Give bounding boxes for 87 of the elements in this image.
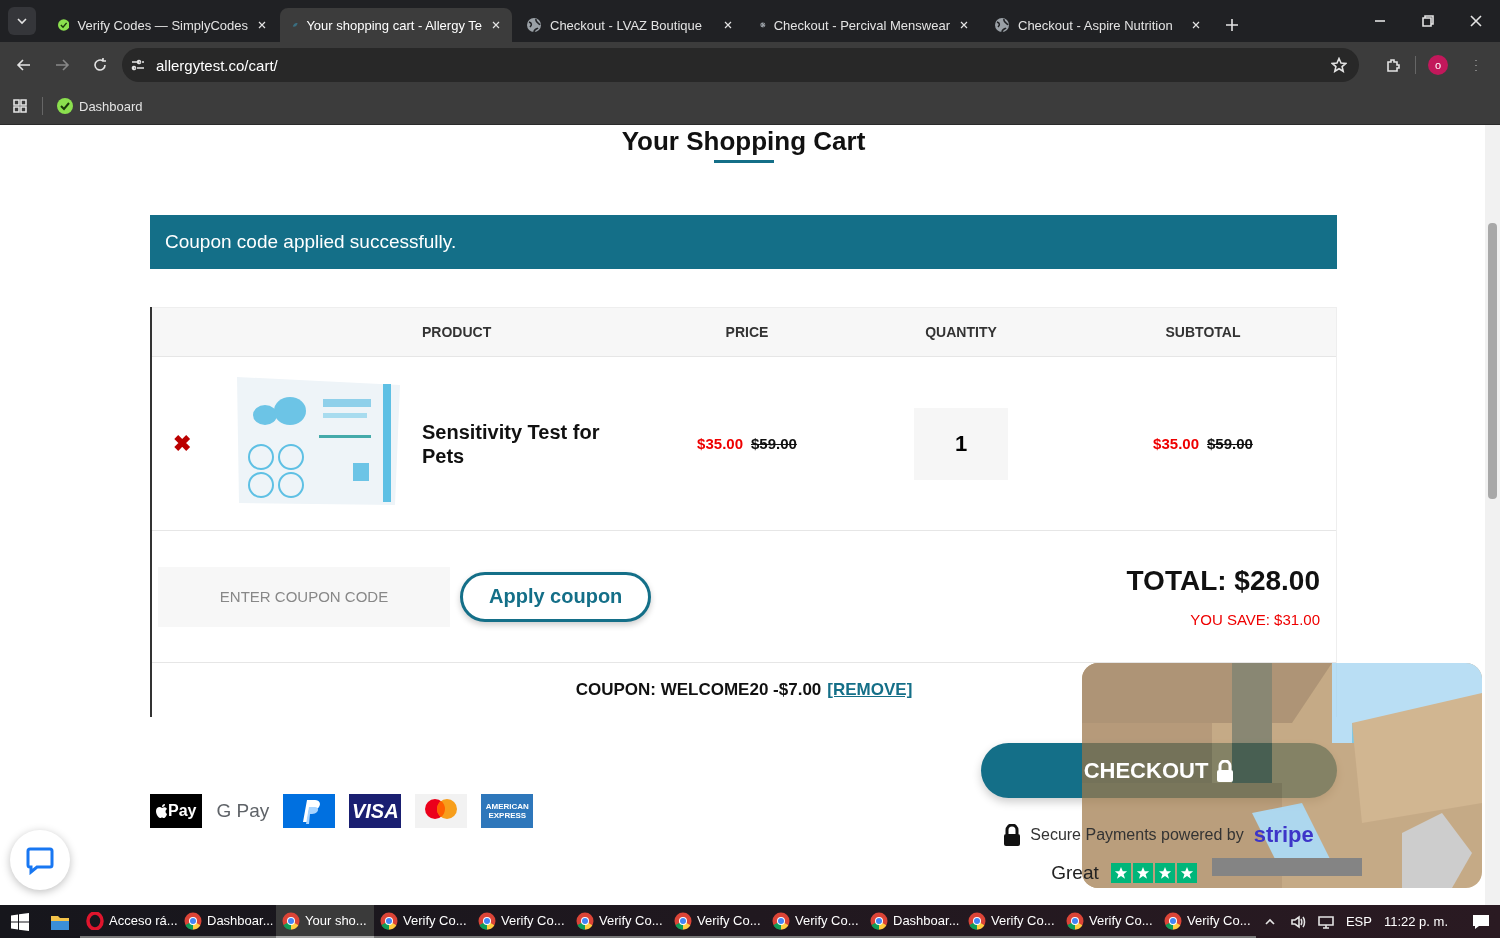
o-ring-icon xyxy=(86,911,104,930)
close-icon-glyph xyxy=(1190,19,1202,31)
star-icon[interactable] xyxy=(1331,57,1347,73)
browser-icon xyxy=(674,911,692,930)
browser-tab[interactable]: Checkout - Aspire Nutrition xyxy=(982,8,1214,42)
order-total: TOTAL: $28.00 xyxy=(1126,565,1320,597)
new-tab-icon[interactable] xyxy=(1224,17,1240,33)
bookmark[interactable]: Dashboard xyxy=(57,98,143,114)
taskbar-item[interactable]: Verify Co... xyxy=(374,905,472,938)
apps-grid-icon[interactable] xyxy=(12,98,28,114)
browser-tab[interactable]: Verify Codes — SimplyCodes xyxy=(46,8,278,42)
profile-avatar[interactable]: o xyxy=(1428,55,1448,75)
pay-label: G Pay xyxy=(216,799,270,823)
scrollbar[interactable] xyxy=(1485,125,1500,905)
browser-icon xyxy=(184,911,202,930)
apply-coupon-button[interactable]: Apply coupon xyxy=(460,571,652,622)
back-icon[interactable] xyxy=(16,57,32,73)
apple-pay-badge: Pay xyxy=(150,794,203,828)
remove-item-button[interactable]: ✖ xyxy=(173,430,191,457)
puzzle-icon[interactable] xyxy=(1385,57,1401,73)
column-header: QUANTITY xyxy=(924,324,998,340)
sale-price: $35.00 xyxy=(697,435,743,452)
browser-icon xyxy=(968,911,986,930)
globe-icon xyxy=(994,17,1010,33)
savings-text: YOU SAVE: $31.00 xyxy=(1189,611,1320,628)
browser-tab[interactable]: Checkout - LVAZ Boutique xyxy=(514,8,746,42)
site-settings-icon[interactable] xyxy=(130,57,146,73)
tab-search-button[interactable] xyxy=(8,7,36,35)
original-price: $59.00 xyxy=(751,435,797,452)
taskbar-item[interactable]: Verify Co... xyxy=(766,905,864,938)
taskbar-item[interactable]: Your sho... xyxy=(276,905,374,938)
forward-icon[interactable] xyxy=(54,57,70,73)
globe-icon xyxy=(526,17,542,33)
close-icon-glyph xyxy=(722,19,734,31)
taskbar-item[interactable]: Verify Co... xyxy=(668,905,766,938)
column-header: PRODUCT xyxy=(422,324,493,340)
taskbar-item[interactable]: Dashboar... xyxy=(864,905,962,938)
taskbar-item[interactable]: Verify Co... xyxy=(962,905,1060,938)
language-indicator[interactable]: ESP xyxy=(1345,914,1372,929)
browser-icon xyxy=(1164,911,1182,930)
browser-icon xyxy=(380,911,398,930)
taskbar-item[interactable]: Verify Co... xyxy=(1060,905,1158,938)
secure-payments-text: Secure Payments powered by xyxy=(1030,826,1244,844)
browser-tab[interactable]: Your shopping cart - Allergy Te xyxy=(280,8,512,42)
close-icon-glyph xyxy=(256,19,268,31)
chat-icon xyxy=(25,845,55,875)
amex-badge: AMERICAN EXPRESS xyxy=(481,794,534,828)
check-logo-icon xyxy=(58,17,70,33)
folder-icon[interactable] xyxy=(51,913,69,930)
browser-icon xyxy=(1066,911,1084,930)
taskbar-item[interactable]: Verify Co... xyxy=(472,905,570,938)
address-bar[interactable]: allergytest.co/cart/ xyxy=(122,48,1359,82)
quantity-field[interactable]: 1 xyxy=(914,407,1008,480)
volume-icon[interactable] xyxy=(1289,913,1306,930)
column-header: SUBTOTAL xyxy=(1164,324,1242,340)
network-icon[interactable] xyxy=(1317,913,1334,930)
reload-icon[interactable] xyxy=(92,57,108,73)
taskbar-item[interactable]: Verify Co... xyxy=(570,905,668,938)
clock[interactable]: 11:22 p. m. xyxy=(1383,914,1448,929)
notification-icon[interactable] xyxy=(1472,912,1490,931)
browser-icon xyxy=(282,911,300,930)
chat-button[interactable] xyxy=(10,830,70,890)
sale-subtotal: $35.00 xyxy=(1153,435,1199,452)
browser-icon xyxy=(870,911,888,930)
taskbar-item[interactable]: Verify Co... xyxy=(1158,905,1256,938)
original-subtotal: $59.00 xyxy=(1207,435,1253,452)
coupon-field[interactable]: ENTER COUPON CODE xyxy=(158,566,450,627)
windows-start-icon[interactable] xyxy=(11,912,29,931)
column-header: PRICE xyxy=(724,324,770,340)
lock-icon xyxy=(1216,759,1235,782)
page-heading: Your Shopping Cart xyxy=(620,125,867,155)
product-name[interactable]: Sensitivity Test for Pets xyxy=(422,419,612,468)
coupon-summary: COUPON: WELCOME20 -$7.00 xyxy=(575,680,822,700)
close-icon[interactable] xyxy=(1468,13,1484,29)
browser-tab[interactable]: Checkout - Percival Menswear xyxy=(748,8,980,42)
lock-icon xyxy=(1004,824,1021,846)
close-icon-glyph xyxy=(958,19,970,31)
remove-coupon-link[interactable]: [REMOVE] xyxy=(827,680,913,700)
taskbar-item[interactable]: Acceso rá... xyxy=(80,905,178,938)
visa-badge: VISA xyxy=(349,794,402,828)
browser-icon xyxy=(772,911,790,930)
browser-icon xyxy=(478,911,496,930)
check-logo-icon xyxy=(57,98,73,114)
restore-icon[interactable] xyxy=(1420,13,1436,29)
close-icon-glyph xyxy=(490,19,502,31)
browser-icon xyxy=(576,911,594,930)
banner-text: Coupon code applied successfully. xyxy=(165,231,457,253)
